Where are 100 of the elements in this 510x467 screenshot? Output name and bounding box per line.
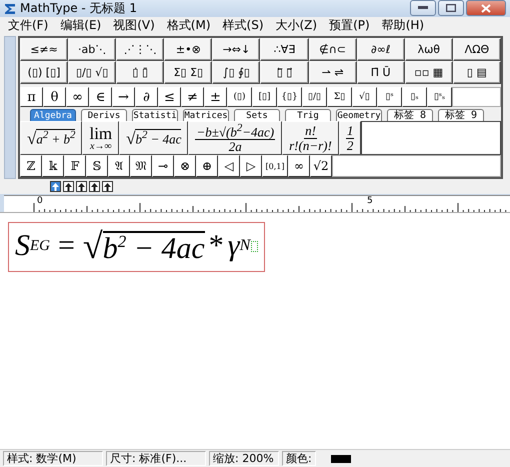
palette-button[interactable]: ▯ ▤ <box>452 61 501 84</box>
color-label: 颜色: <box>282 451 316 466</box>
palette-button[interactable]: ▯̇ ▯̄ <box>116 61 164 84</box>
ruler-label: 5 <box>367 196 373 206</box>
close-button[interactable] <box>466 0 506 16</box>
palette-button[interactable]: ∫▯ ∮▯ <box>212 61 260 84</box>
palette-tab[interactable]: Statisti <box>132 109 178 121</box>
template-button[interactable]: 1 2 <box>338 121 362 155</box>
palette-tab[interactable]: 标签 8 <box>387 109 433 121</box>
radical-sign: √ <box>27 130 36 147</box>
maximize-icon <box>446 4 456 12</box>
nudge-button[interactable] <box>89 181 100 192</box>
symbol-button[interactable]: θ <box>43 87 66 107</box>
menu-item[interactable]: 格式(M) <box>160 17 217 34</box>
symbol-button[interactable]: 𝔄 <box>108 155 130 177</box>
palette-button[interactable]: ⋅ab⋱ <box>68 38 116 61</box>
symbol-button[interactable]: π <box>20 87 43 107</box>
palette-tab[interactable]: Derivs <box>81 109 127 121</box>
symbol-button[interactable]: ∞ <box>66 87 89 107</box>
palette-button[interactable]: ∂∞ℓ <box>356 38 405 61</box>
toolbar-grip[interactable] <box>4 36 16 179</box>
symbol-button[interactable]: ∂ <box>135 87 158 107</box>
template-button[interactable]: √a$^{2}$ + b$^{2}$ <box>20 121 82 155</box>
minimize-button[interactable] <box>410 0 436 16</box>
palette-button[interactable]: ΛΩΘ <box>452 38 501 61</box>
palette-tab[interactable]: Sets <box>234 109 280 121</box>
palette-button[interactable]: ▫▫ ▦ <box>404 61 453 84</box>
template-button[interactable]: √b$^{2}$ − 4ac <box>119 121 188 155</box>
symbol-button[interactable]: ⊗ <box>174 155 196 177</box>
palette-button[interactable]: ∴∀∃ <box>260 38 309 61</box>
nudge-button[interactable] <box>102 181 113 192</box>
symbol-button[interactable]: → <box>112 87 135 107</box>
symbol-button[interactable]: ▯ₛ <box>402 87 427 107</box>
menu-item[interactable]: 文件(F) <box>2 17 54 34</box>
symbol-button[interactable]: ▷ <box>240 155 262 177</box>
palette-tab[interactable]: 标签 9 <box>438 109 484 121</box>
palette-tab[interactable]: Geometry <box>336 109 382 121</box>
symbol-button[interactable]: ≠ <box>181 87 204 107</box>
radicand: a$^{2}$ + b$^{2}$ <box>36 129 76 147</box>
palette-button[interactable]: ≤≠≈ <box>20 38 68 61</box>
denominator: 2 <box>346 138 354 152</box>
palette-button[interactable]: (▯) [▯] <box>20 61 68 84</box>
minimize-icon <box>418 6 428 10</box>
maximize-button[interactable] <box>438 0 464 16</box>
symbol-button[interactable]: ▯ˢ <box>377 87 402 107</box>
palette-tab[interactable]: Algebra <box>30 109 76 121</box>
palette-button[interactable]: ⇀ ⇌ <box>308 61 357 84</box>
menu-item[interactable]: 预置(P) <box>323 17 376 34</box>
radical-sign: √ <box>126 130 136 147</box>
numerator: n! <box>304 124 317 138</box>
menu-item[interactable]: 帮助(H) <box>376 17 430 34</box>
symbol-button[interactable]: ▯/▯ <box>302 87 327 107</box>
nudge-button[interactable] <box>50 181 61 192</box>
limit-subscript: x→∞ <box>90 142 112 152</box>
menu-item[interactable]: 视图(V) <box>107 17 161 34</box>
palette-button[interactable]: ▯/▯ √▯ <box>68 61 116 84</box>
palette-button[interactable]: λωθ <box>404 38 453 61</box>
symbol-button[interactable]: 𝕜 <box>42 155 64 177</box>
palette-button[interactable]: →⇔↓ <box>212 38 260 61</box>
symbol-button[interactable]: 𝔽 <box>64 155 86 177</box>
symbol-button[interactable]: √2 <box>310 155 332 177</box>
symbol-button[interactable]: ∈ <box>89 87 112 107</box>
symbol-button[interactable]: ▯ˢₛ <box>427 87 452 107</box>
symbol-button[interactable]: 𝔐 <box>130 155 152 177</box>
symbol-button[interactable]: √▯ <box>352 87 377 107</box>
size-field: 尺寸: 标准(F)... <box>106 451 206 466</box>
symbol-button[interactable]: ℤ <box>20 155 42 177</box>
symbol-button[interactable]: ⊕ <box>196 155 218 177</box>
symbol-button[interactable]: ≤ <box>158 87 181 107</box>
palette-button[interactable]: ∉∩⊂ <box>308 38 357 61</box>
palette-tab[interactable]: Matrices <box>183 109 229 121</box>
palette-tab[interactable]: Trig <box>285 109 331 121</box>
template-button[interactable]: n! r!(n−r)! <box>282 121 339 155</box>
symbol-button[interactable]: (▯) <box>227 87 252 107</box>
numerator: 1 <box>346 124 354 138</box>
nudge-button[interactable] <box>63 181 74 192</box>
menu-item[interactable]: 样式(S) <box>216 17 270 34</box>
symbol-button[interactable]: Σ▯ <box>327 87 352 107</box>
template-button[interactable]: lim x→∞ <box>82 121 120 155</box>
palette-button[interactable]: Π̄ Ū <box>356 61 405 84</box>
menu-item[interactable]: 编辑(E) <box>54 17 108 34</box>
symbol-button[interactable]: {▯} <box>277 87 302 107</box>
symbol-button[interactable]: ⊸ <box>152 155 174 177</box>
palette-button[interactable]: ⋰⋮⋱ <box>116 38 164 61</box>
symbol-button[interactable]: 𝕊 <box>86 155 108 177</box>
close-icon <box>481 4 491 12</box>
symbol-button[interactable]: [0,1] <box>262 155 288 177</box>
template-button[interactable]: −b±√(b$^{2}$−4ac) 2a <box>188 121 282 155</box>
symbol-button[interactable]: ∞ <box>288 155 310 177</box>
app-logo-icon <box>4 2 16 14</box>
symbol-button[interactable]: ± <box>204 87 227 107</box>
palette-button[interactable]: Σ▯ Σ▯ <box>164 61 212 84</box>
palette-button[interactable]: ▯⃖ ▯⃗ <box>260 61 309 84</box>
numerator: −b±√(b$^{2}$−4ac) <box>195 122 276 140</box>
symbol-button[interactable]: [▯] <box>252 87 277 107</box>
symbol-button[interactable]: ◁ <box>218 155 240 177</box>
menu-item[interactable]: 大小(Z) <box>270 17 324 34</box>
nudge-button[interactable] <box>76 181 87 192</box>
zoom-field: 缩放: 200% <box>209 451 279 466</box>
palette-button[interactable]: ±•⊗ <box>164 38 212 61</box>
